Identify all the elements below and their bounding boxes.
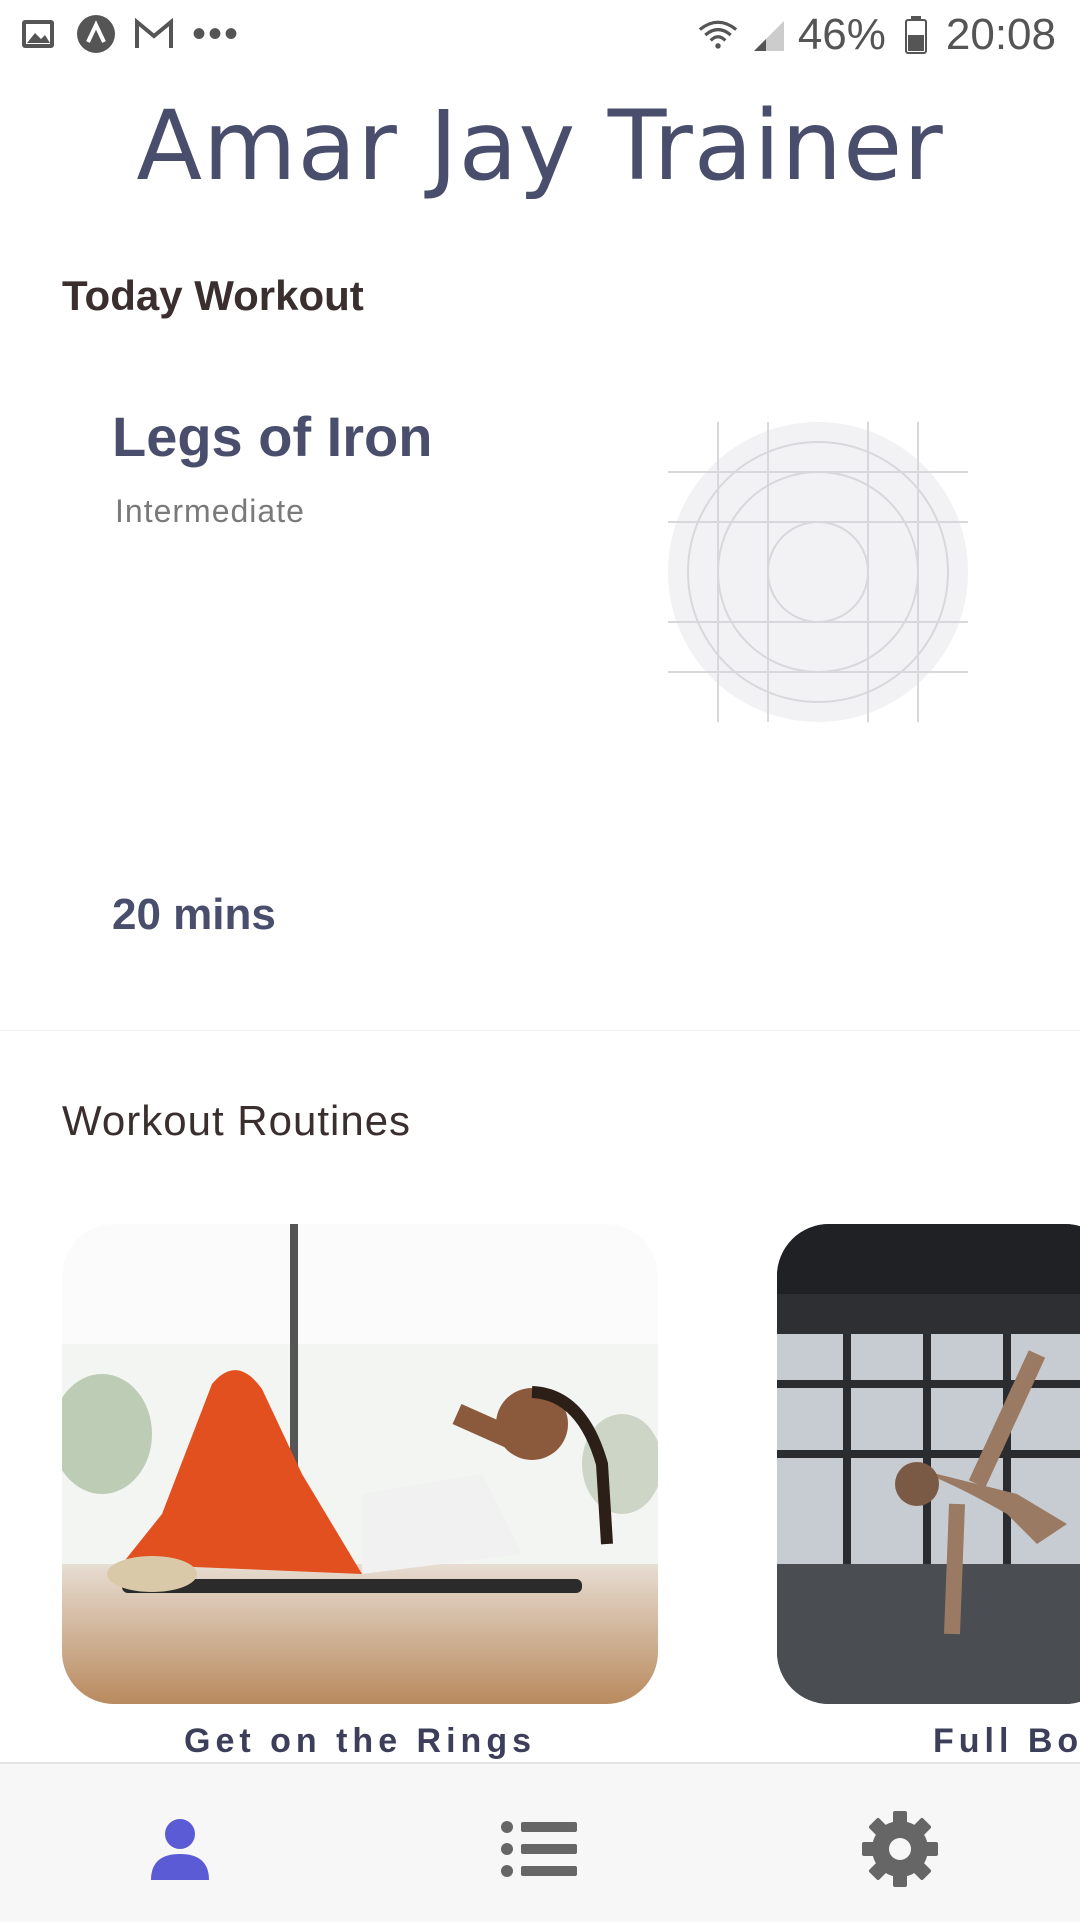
settings-icon [862, 1811, 938, 1887]
more-notifications-icon: ••• [192, 12, 241, 56]
routine-card-image-full-body[interactable] [777, 1224, 1080, 1704]
bottom-navigation [0, 1762, 1080, 1922]
status-system: 46% 20:08 [698, 10, 1056, 60]
clock: 20:08 [945, 10, 1056, 59]
workout-routines-heading: Workout Routines [62, 1097, 412, 1144]
workout-level: Intermediate [115, 493, 305, 529]
nav-profile[interactable] [135, 1804, 225, 1894]
nav-settings[interactable] [855, 1804, 945, 1894]
workout-image-placeholder[interactable] [668, 422, 968, 722]
today-workout-heading: Today Workout [62, 272, 364, 319]
workout-duration: 20 mins [112, 890, 276, 939]
status-bar: ••• 46% 20:08 [0, 0, 1080, 72]
nav-routines[interactable] [494, 1804, 584, 1894]
signal-icon [748, 15, 788, 55]
section-divider [0, 1030, 1080, 1031]
gmail-icon [134, 14, 174, 54]
routine-card-label[interactable]: Full Boc [933, 1722, 1080, 1761]
gallery-icon [18, 14, 58, 54]
wifi-icon [698, 15, 738, 55]
profile-icon [151, 1819, 209, 1880]
app-title: Amar Jay Trainer [136, 90, 944, 202]
battery-icon [896, 15, 936, 55]
battery-percent: 46% [797, 10, 886, 59]
status-notifications: ••• [18, 14, 240, 54]
routine-card-image-rings[interactable] [62, 1224, 658, 1704]
workout-name[interactable]: Legs of Iron [112, 404, 432, 469]
list-icon [501, 1821, 577, 1877]
routine-card-label[interactable]: Get on the Rings [62, 1722, 658, 1761]
app-a-icon [76, 14, 116, 54]
